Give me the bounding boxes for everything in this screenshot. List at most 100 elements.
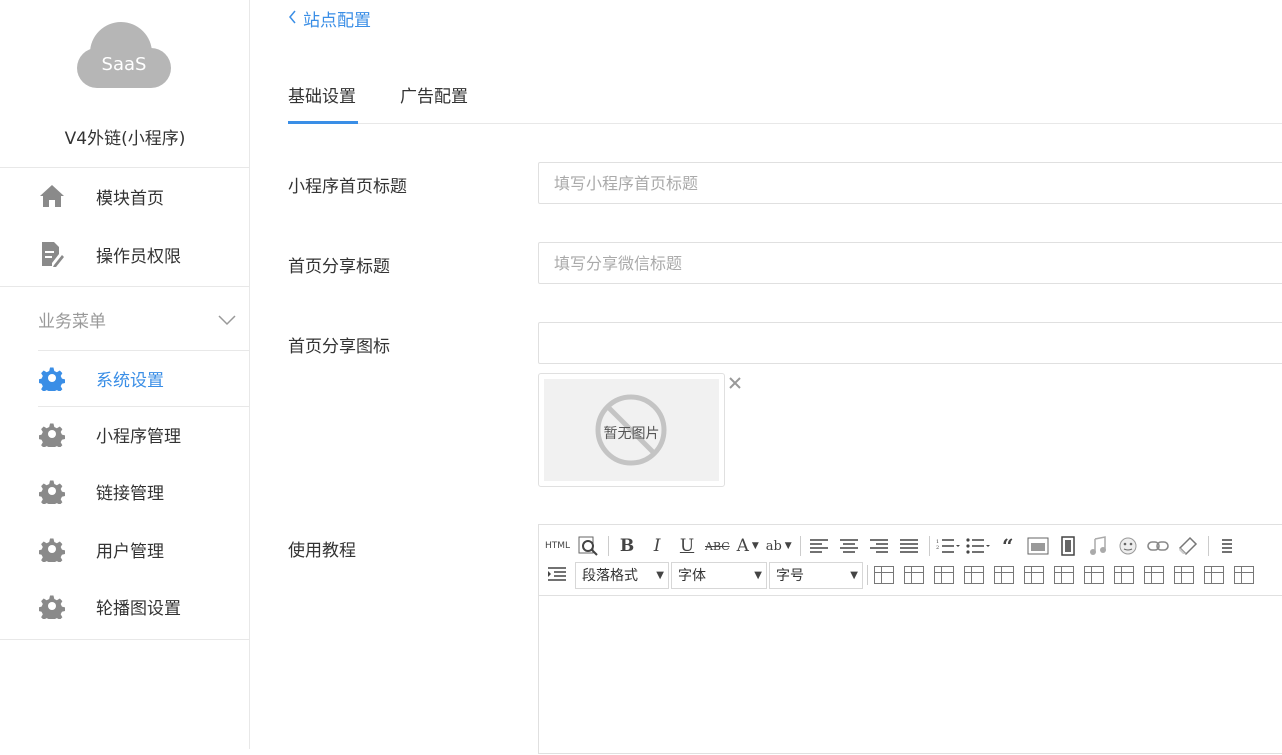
logo-area: SaaS V4外链(小程序): [0, 0, 250, 168]
saas-logo: SaaS: [76, 20, 172, 90]
delete-table-icon[interactable]: [904, 566, 924, 584]
blockquote-icon[interactable]: “: [996, 533, 1020, 559]
sidebar-item-system-settings[interactable]: 系统设置: [0, 350, 250, 406]
gear-icon: [38, 535, 66, 563]
align-center-icon[interactable]: [837, 533, 861, 559]
share-title-label: 首页分享标题: [288, 257, 390, 277]
dropdown-arrow-icon: ▼: [754, 569, 762, 581]
insert-table-icon[interactable]: [874, 566, 894, 584]
chevron-down-icon: [218, 311, 236, 330]
tab-ad-config[interactable]: 广告配置: [400, 72, 472, 124]
insert-row-icon[interactable]: [994, 566, 1014, 584]
split-rows-icon[interactable]: [1204, 566, 1224, 584]
sidebar: SaaS V4外链(小程序) 模块首页 操作员权限 业务菜单 系统设置 小程序管…: [0, 0, 250, 749]
format-painter-button[interactable]: ab ▼: [766, 533, 792, 559]
eraser-icon[interactable]: [1176, 533, 1200, 559]
music-icon[interactable]: [1086, 533, 1110, 559]
link-icon[interactable]: [1146, 533, 1170, 559]
share-title-input[interactable]: [538, 242, 1282, 284]
gear-icon: [38, 364, 66, 392]
gear-icon: [38, 420, 66, 448]
font-size-select[interactable]: 字号 ▼: [769, 561, 863, 589]
logo-text: SaaS: [101, 54, 147, 75]
align-right-icon[interactable]: [867, 533, 891, 559]
back-link[interactable]: 站点配置: [288, 6, 371, 31]
gear-icon: [38, 477, 66, 505]
gear-icon: [38, 592, 66, 620]
font-color-label: A: [736, 536, 749, 556]
toolbar-row-1: HTML B I U ABC A ▼ ab ▼ 12 “: [545, 531, 1245, 561]
insert-column-icon[interactable]: [1024, 566, 1044, 584]
separator: [867, 565, 868, 585]
divider: [0, 286, 250, 287]
select-value: 字号: [776, 568, 804, 584]
separator: [928, 536, 930, 556]
svg-text:2: 2: [936, 545, 939, 551]
no-image-text: 暂无图片: [603, 426, 660, 442]
section-label: 业务菜单: [38, 311, 106, 332]
sidebar-item-link-management[interactable]: 链接管理: [0, 463, 250, 519]
unordered-list-icon[interactable]: [966, 533, 990, 559]
indent-icon[interactable]: [545, 562, 569, 588]
image-icon[interactable]: [1026, 533, 1050, 559]
video-icon[interactable]: [1056, 533, 1080, 559]
sidebar-item-carousel-settings[interactable]: 轮播图设置: [0, 578, 250, 634]
split-cells-icon[interactable]: [1174, 566, 1194, 584]
dropdown-arrow-icon: ▼: [850, 569, 858, 581]
format-painter-label: ab: [765, 538, 782, 554]
chevron-left-icon: [288, 9, 297, 29]
merge-down-icon[interactable]: [1144, 566, 1164, 584]
preview-icon[interactable]: [576, 533, 600, 559]
merge-right-icon[interactable]: [1114, 566, 1134, 584]
separator: [608, 536, 610, 556]
share-icon-input[interactable]: [538, 322, 1282, 364]
sidebar-item-user-management[interactable]: 用户管理: [0, 521, 250, 577]
insert-row-above-icon[interactable]: [964, 566, 984, 584]
align-justify-icon[interactable]: [897, 533, 921, 559]
tab-basic-settings[interactable]: 基础设置: [288, 72, 358, 124]
sidebar-item-label: 操作员权限: [96, 246, 181, 267]
sidebar-item-module-home[interactable]: 模块首页: [0, 168, 250, 224]
image-preview[interactable]: 暂无图片: [538, 373, 725, 487]
bold-button[interactable]: B: [615, 533, 639, 559]
delete-column-icon[interactable]: [1054, 566, 1074, 584]
main-content: 站点配置 基础设置 广告配置 小程序首页标题 首页分享标题 首页分享图标 暂无图…: [250, 0, 1282, 754]
merge-cells-icon[interactable]: [1084, 566, 1104, 584]
rich-text-editor[interactable]: HTML B I U ABC A ▼ ab ▼ 12 “ 段落格式 ▼ 字体 ▼…: [538, 524, 1282, 754]
sidebar-item-label: 系统设置: [96, 370, 164, 391]
select-value: 字体: [678, 568, 706, 584]
italic-button[interactable]: I: [645, 533, 669, 559]
paragraph-format-select[interactable]: 段落格式 ▼: [575, 561, 669, 589]
document-edit-icon: [38, 240, 66, 268]
editor-content-area[interactable]: [539, 595, 1282, 755]
strikethrough-button[interactable]: ABC: [705, 533, 730, 559]
insert-caption-icon[interactable]: [934, 566, 954, 584]
remove-image-icon[interactable]: [727, 375, 743, 395]
more-tools-icon[interactable]: [1215, 533, 1239, 559]
separator: [1207, 536, 1209, 556]
sidebar-item-label: 模块首页: [96, 188, 164, 209]
business-menu-toggle[interactable]: 业务菜单: [0, 290, 250, 348]
toolbar-row-2: 段落格式 ▼ 字体 ▼ 字号 ▼: [545, 560, 1264, 590]
font-family-select[interactable]: 字体 ▼: [671, 561, 767, 589]
back-link-label: 站点配置: [303, 11, 371, 31]
align-left-icon[interactable]: [807, 533, 831, 559]
separator: [799, 536, 801, 556]
emoticon-icon[interactable]: [1116, 533, 1140, 559]
sidebar-item-label: 轮播图设置: [96, 598, 181, 619]
sidebar-item-label: 链接管理: [96, 483, 164, 504]
html-source-button[interactable]: HTML: [545, 533, 570, 559]
divider: [0, 639, 250, 640]
tab-bar: 基础设置 广告配置: [288, 72, 1282, 124]
editor-toolbar: HTML B I U ABC A ▼ ab ▼ 12 “ 段落格式 ▼ 字体 ▼…: [539, 525, 1282, 595]
font-color-button[interactable]: A ▼: [736, 533, 760, 559]
title-input[interactable]: [538, 162, 1282, 204]
underline-button[interactable]: U: [675, 533, 699, 559]
app-name: V4外链(小程序): [64, 129, 186, 149]
split-columns-icon[interactable]: [1234, 566, 1254, 584]
sidebar-item-operator-permissions[interactable]: 操作员权限: [0, 226, 250, 282]
sidebar-item-miniprogram-management[interactable]: 小程序管理: [0, 406, 250, 462]
ordered-list-icon[interactable]: 12: [936, 533, 960, 559]
tutorial-label: 使用教程: [288, 541, 356, 561]
tab-label: 基础设置: [288, 87, 356, 107]
